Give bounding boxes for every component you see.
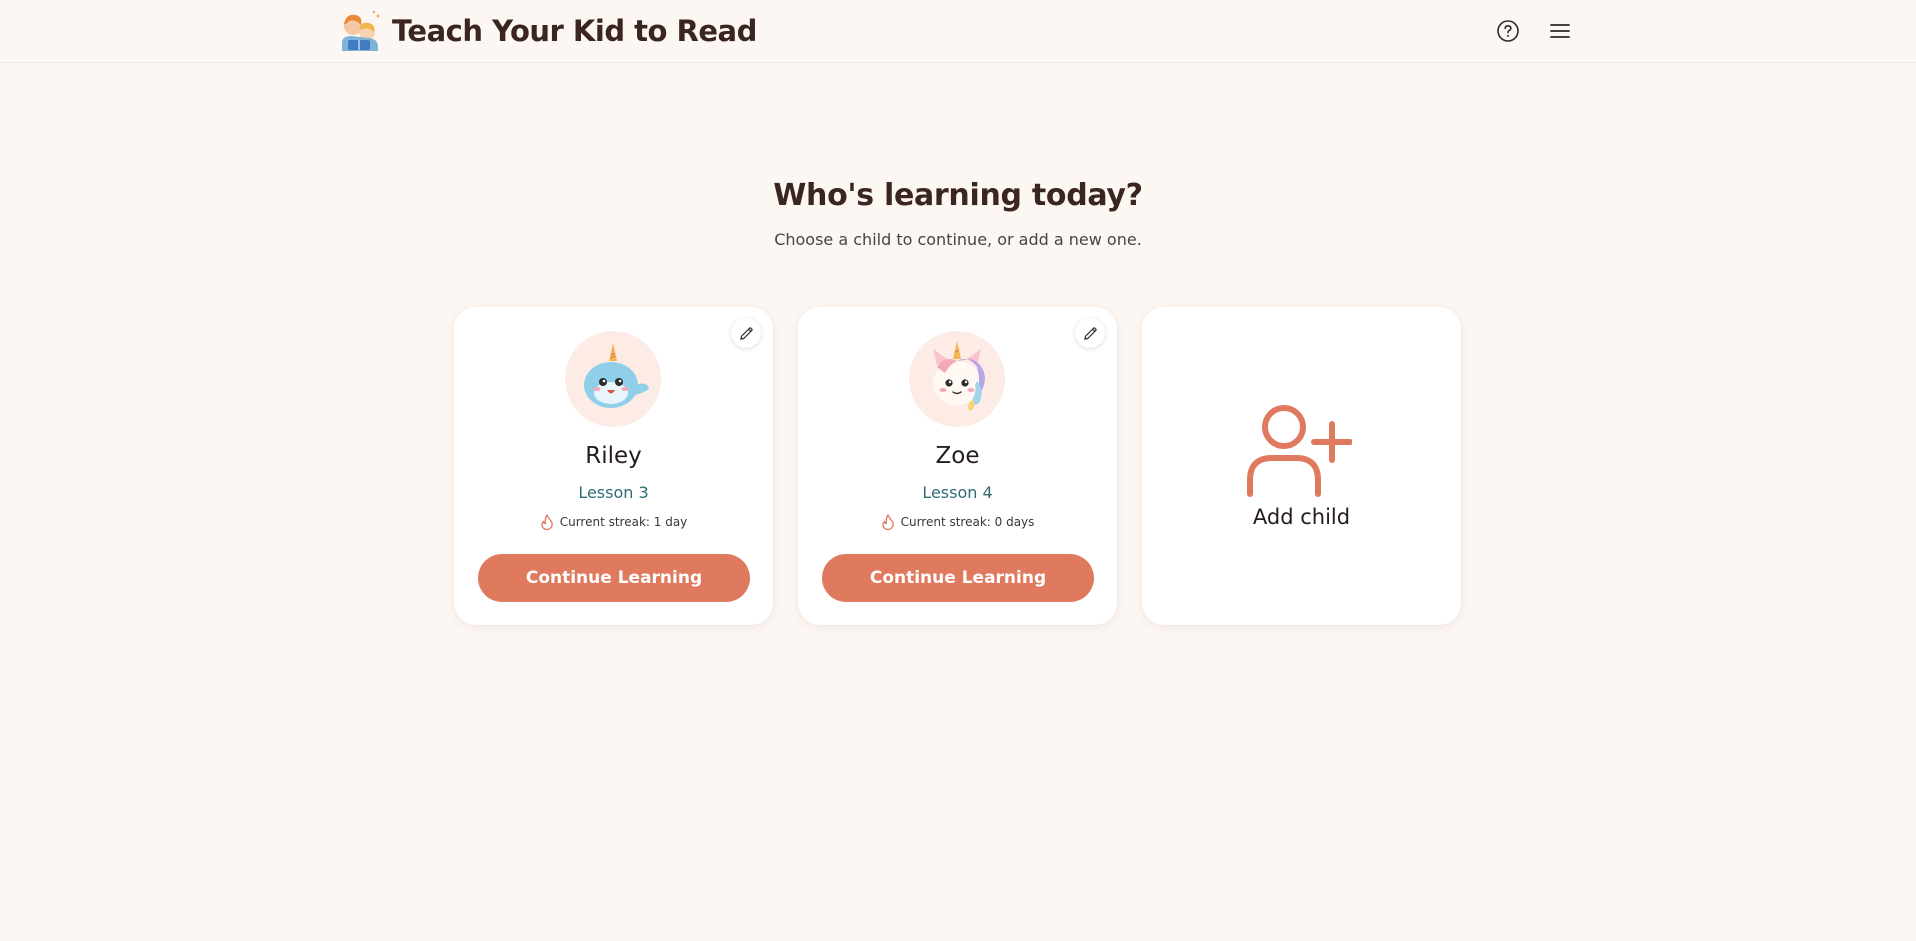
add-child-card[interactable]: Add child [1142,307,1461,625]
flame-icon [881,514,894,530]
child-name: Zoe [935,443,980,469]
flame-icon [540,514,553,530]
hamburger-menu-icon [1550,24,1570,38]
pencil-icon [739,326,753,340]
brand[interactable]: Teach Your Kid to Read [336,8,757,54]
add-user-icon [1247,405,1352,497]
add-child-label: Add child [1252,505,1351,529]
narwhal-avatar-icon [584,343,649,408]
child-card-riley: Riley Lesson 3 Current streak: 1 day Con… [454,307,773,625]
help-circle-icon [1497,20,1519,42]
unicorn-avatar-icon [933,341,985,411]
child-name: Riley [585,443,642,469]
streak-info: Current streak: 1 day [454,514,773,530]
streak-info: Current streak: 0 days [798,514,1117,530]
help-button[interactable] [1494,17,1522,45]
lesson-label: Lesson 3 [578,483,649,502]
page-subtitle: Choose a child to continue, or add a new… [774,230,1142,249]
kids-reading-logo-icon [342,11,380,51]
edit-child-button[interactable] [731,318,761,348]
top-bar: Teach Your Kid to Read [0,0,1916,63]
pencil-icon [1083,326,1097,340]
streak-text: Current streak: 0 days [900,515,1035,529]
continue-learning-button[interactable]: Continue Learning [822,554,1094,602]
menu-button[interactable] [1546,17,1574,45]
lesson-label: Lesson 4 [922,483,993,502]
streak-text: Current streak: 1 day [559,515,688,529]
page-title: Who's learning today? [773,178,1143,213]
edit-child-button[interactable] [1075,318,1105,348]
child-card-zoe: Zoe Lesson 4 Current streak: 0 days Cont… [798,307,1117,625]
app-title: Teach Your Kid to Read [392,14,757,48]
continue-learning-button[interactable]: Continue Learning [478,554,750,602]
avatar [909,331,1005,427]
avatar [565,331,661,427]
